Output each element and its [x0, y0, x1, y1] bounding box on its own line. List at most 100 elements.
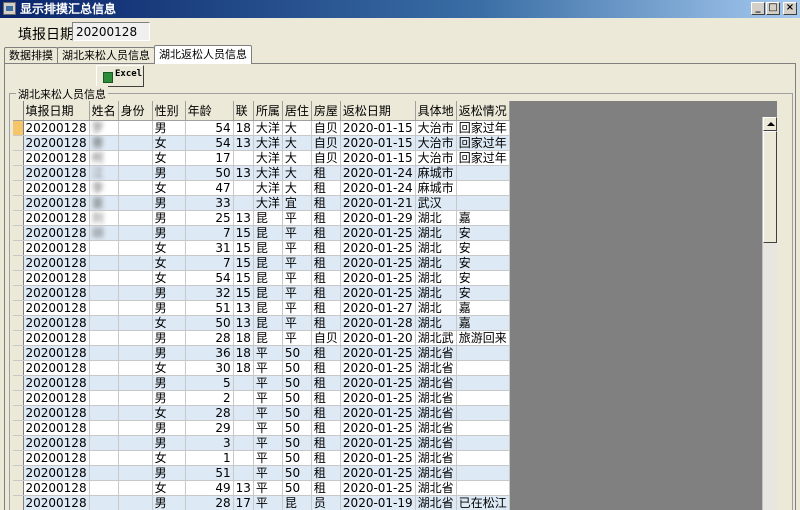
- grid-cell[interactable]: 2020-01-25: [340, 435, 416, 451]
- grid-cell[interactable]: 女: [152, 480, 186, 496]
- grid-cell[interactable]: 嘉: [456, 300, 510, 316]
- grid-cell[interactable]: 2020-01-25: [340, 450, 416, 466]
- grid-cell[interactable]: 2020-01-20: [340, 330, 416, 346]
- grid-cell[interactable]: 20200128: [23, 120, 90, 136]
- grid-cell[interactable]: 2020-01-28: [340, 315, 416, 331]
- tab-hubei-returns[interactable]: 湖北返松人员信息: [154, 45, 252, 64]
- grid-cell[interactable]: 大洋: [253, 120, 283, 136]
- grid-cell[interactable]: 湖北: [415, 225, 457, 241]
- grid-cell[interactable]: 刘: [89, 210, 119, 226]
- table-row[interactable]: 20200128 江 男 50 13 大洋大租 2020-01-24 麻城市: [13, 165, 510, 181]
- grid-cell[interactable]: 28: [185, 330, 234, 346]
- grid-cell[interactable]: 2020-01-25: [340, 375, 416, 391]
- grid-cell[interactable]: 20200128: [23, 180, 90, 196]
- grid-cell[interactable]: [118, 375, 153, 391]
- grid-cell[interactable]: [118, 480, 153, 496]
- export-excel-button[interactable]: Excel: [96, 65, 144, 87]
- table-row[interactable]: 20200128 女 30 18 平 50 租 2020-01-25 湖北省: [13, 360, 510, 376]
- grid-cell[interactable]: 男: [152, 195, 186, 211]
- grid-cell[interactable]: 47: [185, 180, 234, 196]
- row-header[interactable]: [13, 270, 24, 286]
- grid-cell[interactable]: 33: [185, 195, 234, 211]
- grid-cell[interactable]: 回家过年: [456, 150, 510, 166]
- grid-cell[interactable]: 大: [282, 180, 312, 196]
- grid-cell[interactable]: 湖北省: [415, 465, 457, 481]
- grid-cell[interactable]: 20200128: [23, 465, 90, 481]
- grid-cell[interactable]: 湖北省: [415, 450, 457, 466]
- grid-cell[interactable]: 男: [152, 465, 186, 481]
- grid-cell[interactable]: 江: [89, 165, 119, 181]
- data-grid[interactable]: 填报日期 姓名 身份 性别 年龄联所属 居住 房屋 返松日期 具体地 返松情况 20200128 罗…: [13, 101, 777, 510]
- grid-cell[interactable]: [118, 450, 153, 466]
- grid-cell[interactable]: [456, 450, 510, 466]
- row-header[interactable]: [13, 495, 24, 510]
- table-row[interactable]: 20200128 女 28 平 50 租 2020-01-25 湖北省: [13, 405, 510, 421]
- grid-cell[interactable]: 20200128: [23, 210, 90, 226]
- grid-cell[interactable]: 17: [185, 150, 234, 166]
- grid-cell[interactable]: 18: [233, 120, 254, 136]
- grid-cell[interactable]: 平: [253, 420, 283, 436]
- grid-cell[interactable]: 租: [311, 480, 341, 496]
- grid-cell[interactable]: 租: [311, 240, 341, 256]
- grid-cell[interactable]: [118, 330, 153, 346]
- scroll-up-arrow-icon[interactable]: [763, 117, 777, 131]
- grid-cell[interactable]: 平: [253, 360, 283, 376]
- grid-cell[interactable]: [233, 195, 254, 211]
- row-header[interactable]: [13, 225, 24, 241]
- grid-cell[interactable]: 7: [185, 255, 234, 271]
- grid-cell[interactable]: 50: [282, 390, 312, 406]
- grid-cell[interactable]: 租: [311, 255, 341, 271]
- grid-cell[interactable]: [89, 345, 119, 361]
- grid-cell[interactable]: 50: [282, 405, 312, 421]
- grid-cell[interactable]: [118, 465, 153, 481]
- grid-cell[interactable]: 租: [311, 210, 341, 226]
- grid-cell[interactable]: 15: [233, 225, 254, 241]
- grid-cell[interactable]: [118, 180, 153, 196]
- table-row[interactable]: 20200128 男 32 15 昆平租 2020-01-25 湖北安: [13, 285, 510, 301]
- grid-cell[interactable]: 租: [311, 315, 341, 331]
- table-row[interactable]: 20200128 女 1 平 50 租 2020-01-25 湖北省: [13, 450, 510, 466]
- row-header[interactable]: [13, 315, 24, 331]
- table-row[interactable]: 20200128 男 29 平 50 租 2020-01-25 湖北省: [13, 420, 510, 436]
- grid-cell[interactable]: 20200128: [23, 420, 90, 436]
- grid-cell[interactable]: 20200128: [23, 195, 90, 211]
- grid-cell[interactable]: 安: [456, 240, 510, 256]
- grid-cell[interactable]: 昆: [253, 270, 283, 286]
- row-header[interactable]: [13, 450, 24, 466]
- grid-cell[interactable]: [89, 300, 119, 316]
- grid-cell[interactable]: 租: [311, 285, 341, 301]
- grid-cell[interactable]: 20200128: [23, 435, 90, 451]
- row-header[interactable]: [13, 360, 24, 376]
- grid-cell[interactable]: 大洋: [253, 165, 283, 181]
- grid-cell[interactable]: [89, 435, 119, 451]
- grid-cell[interactable]: [118, 225, 153, 241]
- grid-cell[interactable]: 20200128: [23, 225, 90, 241]
- grid-cell[interactable]: [118, 300, 153, 316]
- grid-cell[interactable]: [118, 315, 153, 331]
- grid-cell[interactable]: 租: [311, 465, 341, 481]
- grid-cell[interactable]: 15: [233, 270, 254, 286]
- table-row[interactable]: 20200128 男 28 18 昆平自贝 2020-01-20 湖北武 旅游回来: [13, 330, 510, 346]
- grid-cell[interactable]: 曹: [89, 135, 119, 151]
- row-header[interactable]: [13, 285, 24, 301]
- grid-cell[interactable]: 租: [311, 390, 341, 406]
- grid-cell[interactable]: 2020-01-25: [340, 225, 416, 241]
- grid-cell[interactable]: [456, 435, 510, 451]
- row-header[interactable]: [13, 165, 24, 181]
- table-row[interactable]: 20200128 男 5 平 50 租 2020-01-25 湖北省: [13, 375, 510, 391]
- grid-cell[interactable]: 湖北省: [415, 345, 457, 361]
- minimize-button[interactable]: _: [751, 2, 765, 15]
- grid-cell[interactable]: 20200128: [23, 345, 90, 361]
- grid-cell[interactable]: 29: [185, 420, 234, 436]
- grid-cell[interactable]: 2020-01-15: [340, 150, 416, 166]
- grid-cell[interactable]: 2020-01-25: [340, 285, 416, 301]
- grid-cell[interactable]: 昆: [253, 285, 283, 301]
- grid-cell[interactable]: 2020-01-19: [340, 495, 416, 510]
- grid-cell[interactable]: 男: [152, 300, 186, 316]
- grid-cell[interactable]: [118, 165, 153, 181]
- grid-cell[interactable]: [456, 390, 510, 406]
- grid-cell[interactable]: 湖北: [415, 285, 457, 301]
- grid-cell[interactable]: [89, 450, 119, 466]
- grid-cell[interactable]: 昆: [253, 315, 283, 331]
- grid-cell[interactable]: [89, 480, 119, 496]
